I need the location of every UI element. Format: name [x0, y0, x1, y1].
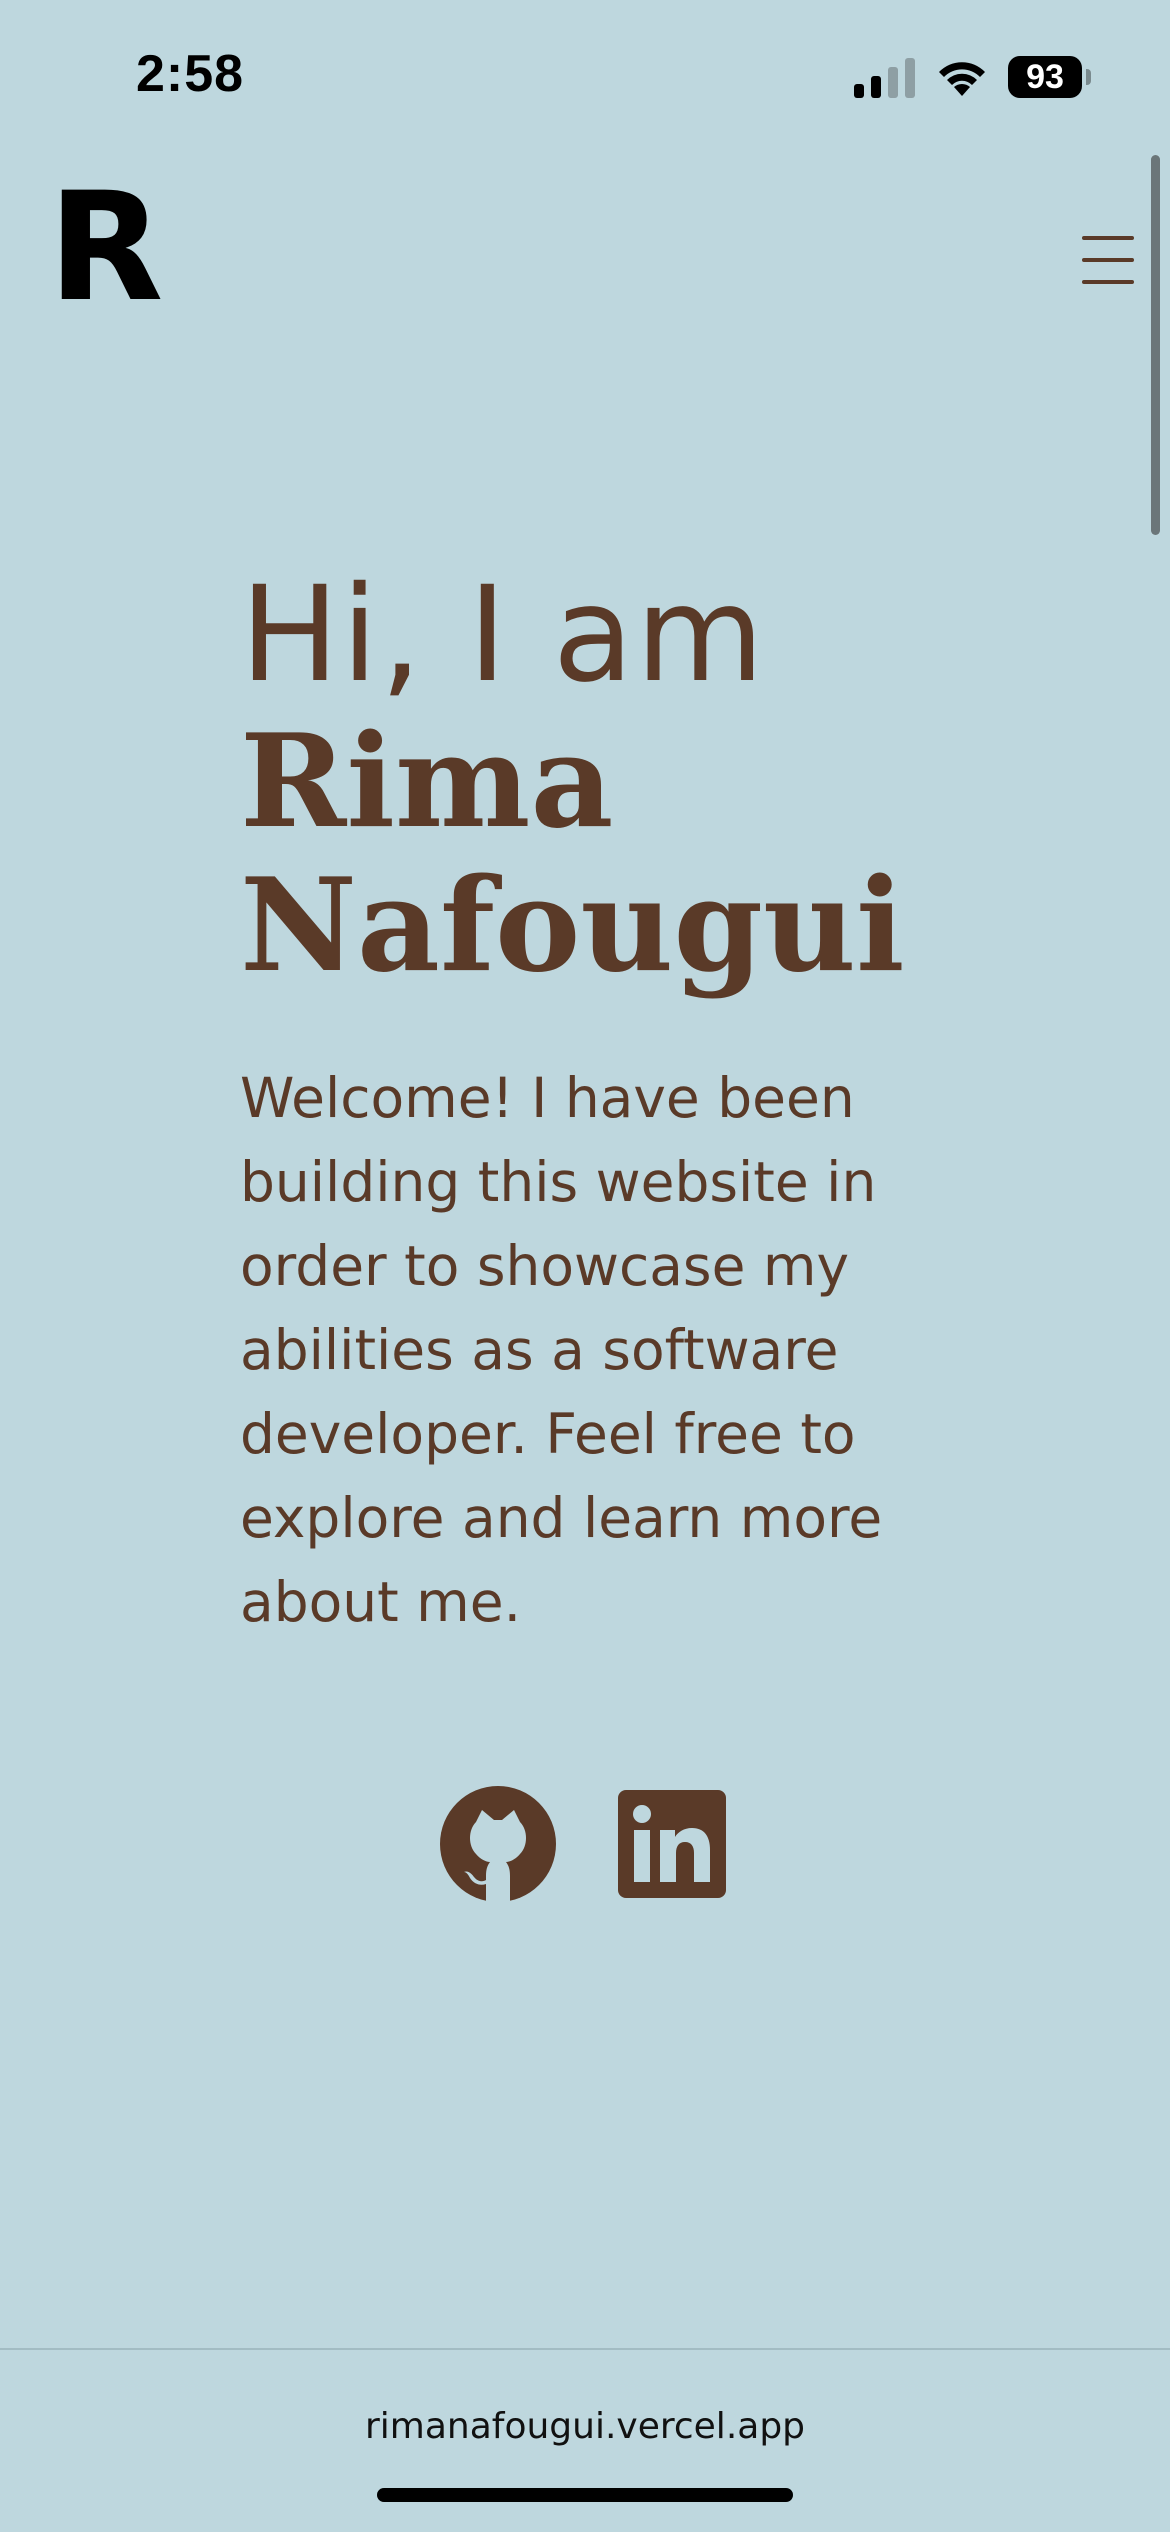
- hero-section: Hi, I am Rima Nafougui Welcome! I have b…: [240, 560, 960, 1699]
- cellular-signal-icon: [854, 58, 915, 98]
- linkedin-link[interactable]: [618, 1790, 726, 1898]
- social-links: [0, 1784, 1170, 1904]
- battery-level: 93: [1008, 56, 1082, 98]
- name-last: Nafougui: [240, 851, 905, 1001]
- wifi-icon: [939, 62, 985, 96]
- github-link[interactable]: [438, 1784, 558, 1904]
- status-time: 2:58: [136, 45, 245, 103]
- status-bar: 2:58 93: [0, 0, 1170, 150]
- page-scrollbar[interactable]: [1151, 155, 1160, 535]
- battery-indicator: 93: [1008, 56, 1092, 98]
- home-indicator[interactable]: [377, 2488, 793, 2502]
- intro-paragraph: Welcome! I have been building this websi…: [240, 1066, 883, 1634]
- battery-tip: [1086, 69, 1091, 85]
- url-text[interactable]: rimanafougui.vercel.app: [0, 2406, 1170, 2447]
- site-logo[interactable]: R: [48, 168, 164, 328]
- name-first: Rima: [240, 707, 614, 857]
- greeting-text: Hi, I am: [240, 558, 767, 712]
- github-icon: [440, 1786, 556, 1902]
- hamburger-menu-icon[interactable]: [1078, 232, 1136, 288]
- browser-url-bar[interactable]: rimanafougui.vercel.app: [0, 2350, 1170, 2532]
- linkedin-icon: [618, 1790, 726, 1898]
